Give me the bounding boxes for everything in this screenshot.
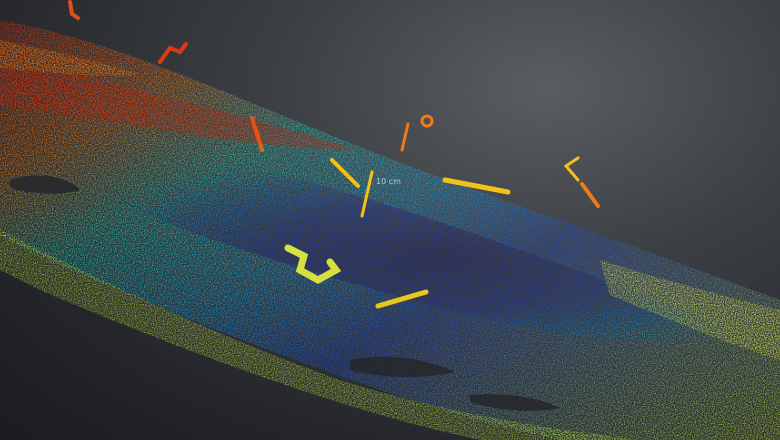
point-cloud-viewport[interactable]: 10 cm	[0, 0, 780, 440]
point-cloud-render	[0, 0, 780, 440]
seabed-surface	[0, 20, 780, 440]
debris-orange-short	[580, 182, 600, 208]
debris-orange-ring	[420, 114, 434, 128]
debris-red-bracket	[158, 42, 188, 64]
debris-red-top-left	[68, 0, 80, 20]
debris-yellow-hook	[563, 156, 580, 182]
debris-orange-stick	[400, 122, 410, 152]
